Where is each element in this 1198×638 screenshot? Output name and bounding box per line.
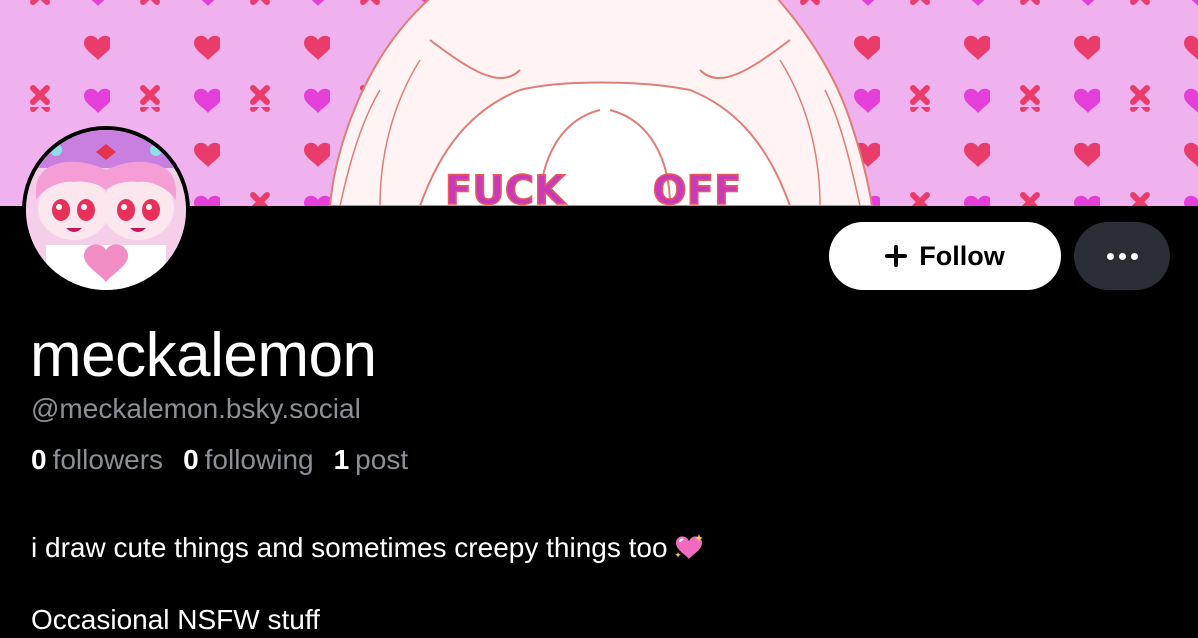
display-name: meckalemon	[30, 321, 377, 390]
profile-stats: 0 followers 0 following 1 post	[31, 442, 408, 478]
more-options-button[interactable]	[1074, 222, 1170, 290]
following-count: 0	[183, 444, 199, 475]
profile-bio: i draw cute things and sometimes creepy …	[31, 494, 704, 638]
following-label: following	[204, 444, 314, 475]
followers-count: 0	[31, 444, 47, 475]
bio-line-2: Occasional NSFW stuff	[31, 604, 320, 635]
handle: @meckalemon.bsky.social	[31, 393, 361, 424]
posts-stat: 1 post	[334, 442, 409, 478]
banner-text-right: OFF	[653, 168, 742, 206]
posts-count: 1	[333, 444, 350, 475]
avatar-image	[26, 130, 186, 290]
following-stat[interactable]: 0 following	[183, 442, 314, 478]
follow-button-label: Follow	[919, 240, 1005, 271]
plus-icon	[885, 245, 908, 267]
bio-line-1: i draw cute things and sometimes creepy …	[31, 532, 668, 563]
sparkling-heart-icon	[674, 534, 703, 559]
follow-button[interactable]: Follow	[829, 222, 1061, 290]
banner-text-left: FUCK	[445, 168, 567, 206]
avatar[interactable]	[22, 126, 190, 294]
followers-label: followers	[52, 444, 164, 475]
posts-label: post	[355, 444, 409, 475]
followers-stat[interactable]: 0 followers	[31, 442, 163, 478]
ellipsis-icon	[1106, 252, 1138, 260]
character-figure	[328, 0, 874, 206]
